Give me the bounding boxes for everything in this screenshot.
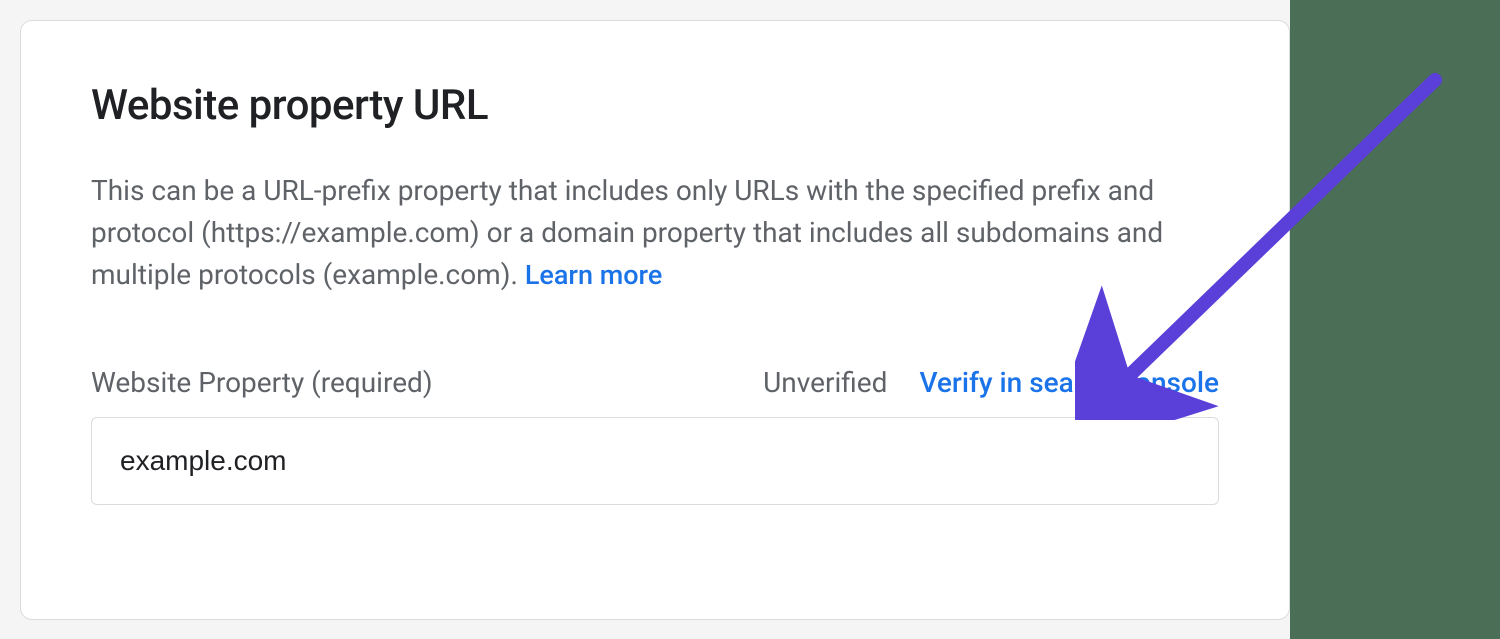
field-header-row: Website Property (required) Unverified V… bbox=[91, 366, 1219, 399]
website-property-card: Website property URL This can be a URL-p… bbox=[20, 20, 1290, 620]
decorative-side-panel bbox=[1290, 0, 1500, 639]
verify-in-search-console-link[interactable]: Verify in search console bbox=[919, 366, 1219, 399]
verification-status: Unverified bbox=[763, 366, 887, 399]
card-title: Website property URL bbox=[91, 81, 1219, 130]
website-property-input[interactable] bbox=[91, 417, 1219, 505]
card-description: This can be a URL-prefix property that i… bbox=[91, 170, 1219, 296]
field-label: Website Property (required) bbox=[91, 366, 433, 399]
status-group: Unverified Verify in search console bbox=[763, 366, 1219, 399]
learn-more-link[interactable]: Learn more bbox=[525, 259, 662, 291]
